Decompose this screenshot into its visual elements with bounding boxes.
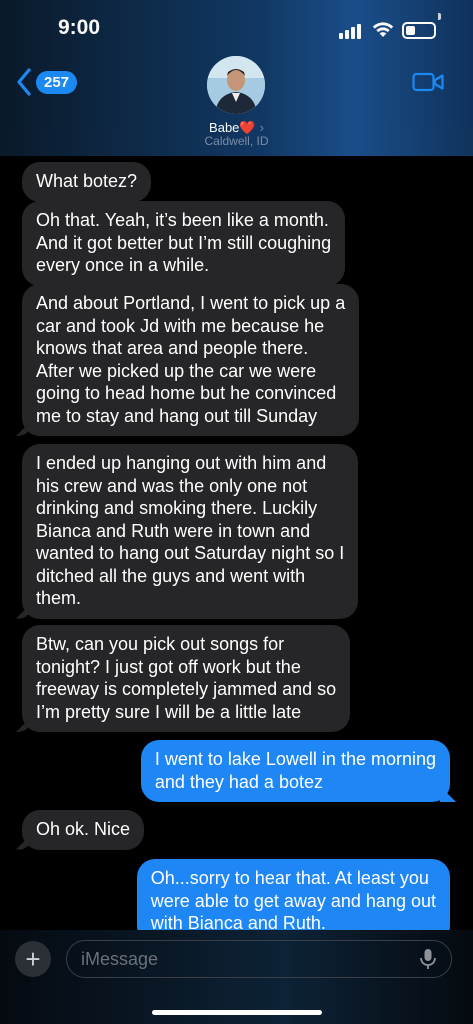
wifi-icon [372,22,394,37]
outgoing-message-bubble[interactable]: I went to lake Lowell in the morning and… [140,740,450,802]
incoming-message-bubble[interactable]: Btw, can you pick out songs for tonight?… [22,625,351,732]
battery-tip [438,13,441,20]
heart-emoji: ❤️ [239,120,256,135]
microphone-icon[interactable] [418,948,438,970]
unread-count-badge: 257 [36,70,78,94]
home-indicator[interactable] [152,1010,322,1015]
back-button[interactable]: 257 [16,68,78,96]
avatar-photo [207,56,265,114]
incoming-message-bubble[interactable]: What botez? [22,162,152,202]
chevron-right-icon: › [259,120,264,135]
plus-icon[interactable]: + [15,941,51,977]
outgoing-message-bubble[interactable]: Oh...sorry to hear that. At least you we… [136,859,450,936]
cellular-signal-icon [339,23,365,39]
chevron-left-icon [17,68,31,96]
battery-level [406,26,415,35]
conversation-header: 9:00 257 Babe❤️ › Caldwell, ID [0,0,473,156]
message-thread[interactable]: What botez? Oh that. Yeah, it’s been lik… [0,156,473,936]
incoming-message-bubble[interactable]: Oh ok. Nice [22,810,145,850]
status-time: 9:00 [58,16,101,39]
imessage-input[interactable] [66,940,452,978]
incoming-message-bubble[interactable]: And about Portland, I went to pick up a … [22,284,360,436]
contact-name-text: Babe [209,120,240,135]
contact-avatar[interactable] [207,56,265,114]
contact-location: Caldwell, ID [204,134,269,148]
video-call-icon[interactable] [412,71,444,93]
incoming-message-bubble[interactable]: Oh that. Yeah, it’s been like a month. A… [22,201,346,286]
battery-icon [402,22,436,39]
status-bar: 9:00 [0,14,473,42]
incoming-message-bubble[interactable]: I ended up hanging out with him and his … [22,444,359,619]
